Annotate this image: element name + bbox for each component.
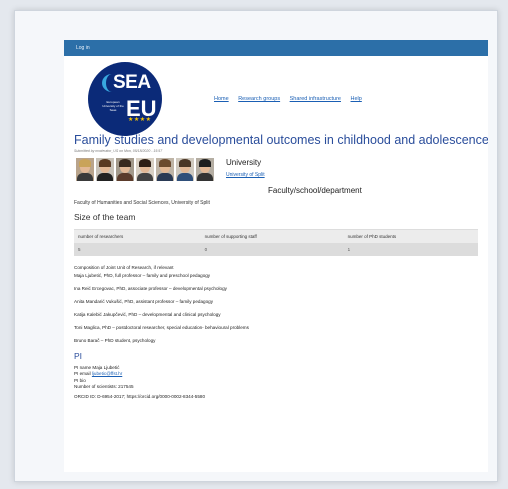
value-phd-students: 1 [343, 243, 478, 256]
col-phd-students: number of PhD students [343, 229, 478, 243]
list-item: Anita Mandarić Vukušić, PhD, assistant p… [74, 299, 213, 304]
pi-email-link[interactable]: ljubetic@ffst.hr [92, 371, 122, 376]
main-content: Family studies and developmental outcome… [64, 132, 488, 399]
web-page: Log in SEA European University of the Se… [64, 40, 488, 472]
pi-email-label: PI email [74, 371, 91, 377]
top-bar: Log in [64, 40, 488, 56]
team-photo-2 [96, 158, 114, 181]
team-size-table: number of researchers number of supporti… [74, 229, 478, 256]
sea-eu-logo[interactable]: SEA European University of the Seas EU ★… [88, 62, 162, 136]
pi-info: PI name Maja Ljubetić PI email ljubetic@… [74, 365, 478, 390]
team-photo-1 [76, 158, 94, 181]
pi-scientists: Number of scientists: 217545 [74, 383, 134, 389]
list-item: Katija Kalebić Jakupčević, PhD – develop… [74, 312, 221, 317]
faculty-value: Faculty of Humanities and Social Science… [74, 200, 210, 206]
table-row: 5 0 1 [74, 243, 478, 256]
table-header-row: number of researchers number of supporti… [74, 229, 478, 243]
nav-shared-infrastructure[interactable]: Shared infrastructure [290, 96, 341, 102]
nav-research-groups[interactable]: Research groups [238, 96, 280, 102]
site-header: SEA European University of the Seas EU ★… [64, 56, 488, 136]
pi-heading: PI [74, 351, 83, 361]
value-supporting-staff: 0 [200, 243, 344, 256]
col-researchers: number of researchers [74, 229, 201, 243]
nav-home[interactable]: Home [214, 96, 229, 102]
composition-list: Composition of Joint Unit of Research, i… [74, 265, 478, 343]
team-photos: University University of Split [74, 158, 478, 182]
logo-small-text: European University of the Seas [102, 100, 124, 112]
list-item: Bruno Barač – PhD student, psychology [74, 338, 156, 343]
team-photo-5 [156, 158, 174, 181]
list-item: Toni Maglica, PhD – postdoctoral researc… [74, 325, 249, 330]
team-photo-7 [196, 158, 214, 181]
team-photo-4 [136, 158, 154, 181]
university-link[interactable]: University of Split [226, 172, 265, 178]
composition-heading: Composition of Joint Unit of Research, i… [74, 265, 174, 270]
submitted-info: Submitted by moderator_US on Mon, 05/18/… [74, 149, 163, 153]
login-link[interactable]: Log in [76, 45, 90, 51]
university-label: University [226, 158, 262, 167]
logo-sea-text: SEA [113, 72, 151, 93]
list-item: Maja Ljubetić, PhD, full professor – fam… [74, 273, 211, 278]
col-supporting-staff: number of supporting staff [200, 229, 344, 243]
stars-icon: ★★★★ [128, 117, 152, 123]
orcid-id: ORCID ID: D-6954-2017; https://orcid.org… [74, 394, 205, 400]
list-item: Ina Reić Ercegovac, PhD, associate profe… [74, 286, 227, 291]
faculty-label: Faculty/school/department [268, 186, 362, 195]
main-nav: Home Research groups Shared infrastructu… [214, 96, 370, 102]
team-photo-6 [176, 158, 194, 181]
team-photo-3 [116, 158, 134, 181]
team-size-heading: Size of the team [74, 212, 136, 222]
nav-help[interactable]: Help [351, 96, 362, 102]
value-researchers: 5 [74, 243, 201, 256]
